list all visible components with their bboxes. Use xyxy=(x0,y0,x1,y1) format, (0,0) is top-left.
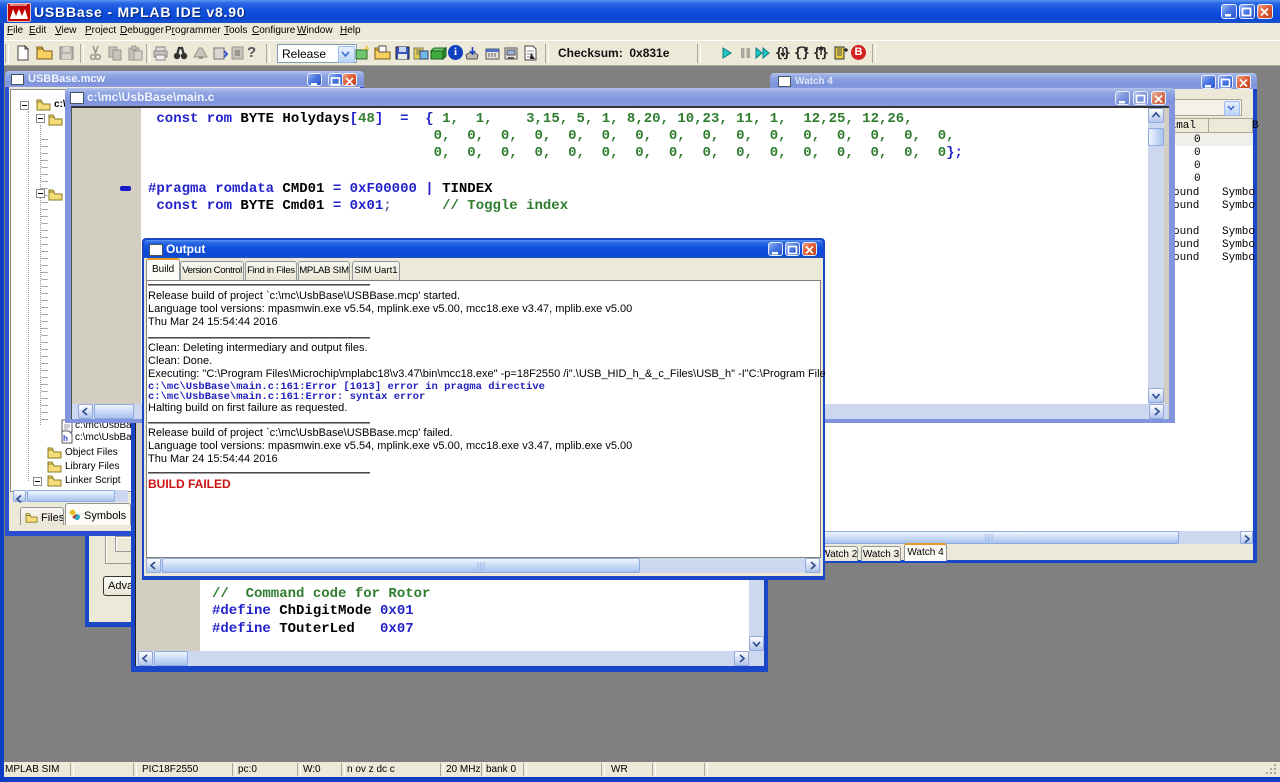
svg-text:h: h xyxy=(63,434,68,443)
